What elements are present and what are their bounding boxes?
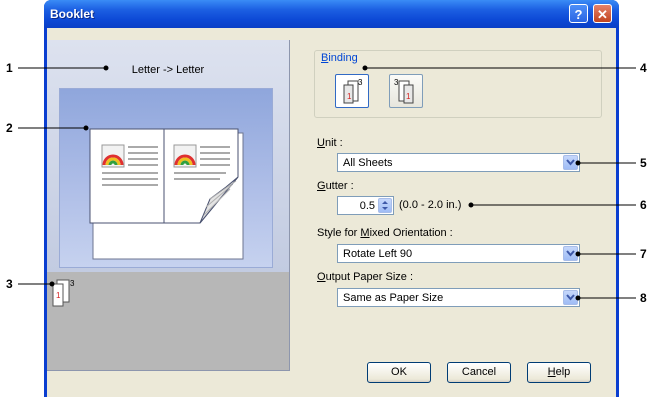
callout-7: 7 <box>640 247 647 261</box>
callout-lines <box>18 65 636 301</box>
callout-4: 4 <box>640 61 647 75</box>
callout-1: 1 <box>6 61 13 75</box>
callout-6: 6 <box>640 198 647 212</box>
callout-8: 8 <box>640 291 647 305</box>
callout-5: 5 <box>640 156 647 170</box>
callout-3: 3 <box>6 277 13 291</box>
callout-2: 2 <box>6 121 13 135</box>
